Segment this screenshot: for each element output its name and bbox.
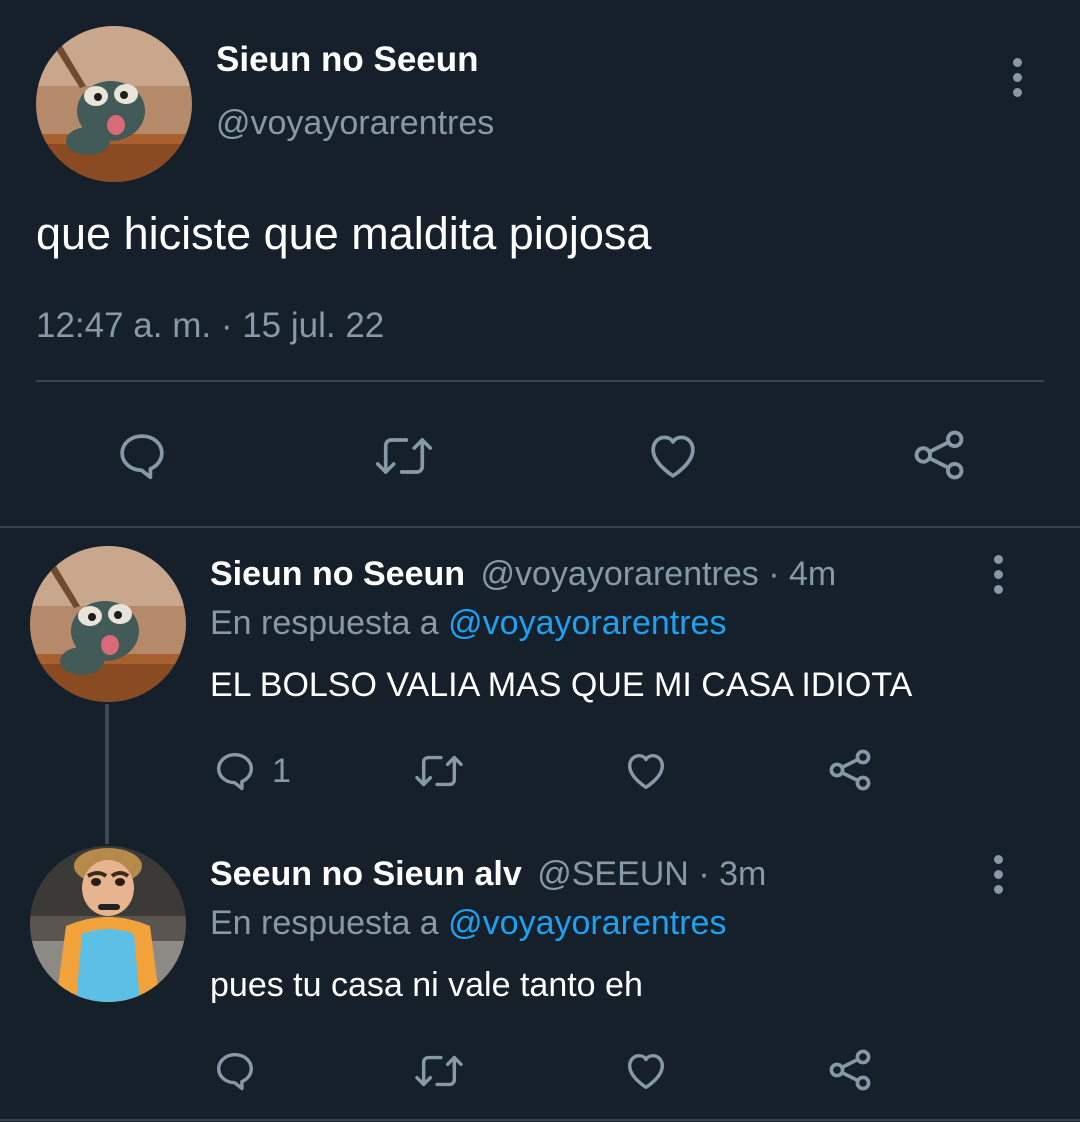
author-handle[interactable]: @voyayorarentres (481, 555, 759, 593)
reply-context: En respuesta a @voyayorarentres (210, 604, 726, 643)
author-name[interactable]: Seeun no Sieun alv (210, 855, 522, 893)
reply-text: pues tu casa ni vale tanto eh (210, 966, 643, 1004)
share-icon[interactable] (826, 1046, 874, 1094)
retweet-icon[interactable] (412, 748, 466, 794)
author-handle[interactable]: @voyayorarentres (216, 104, 494, 143)
reply-text: EL BOLSO VALIA MAS QUE MI CASA IDIOTA (210, 666, 913, 704)
reply-context: En respuesta a @voyayorarentres (210, 904, 726, 943)
reply-to-mention[interactable]: @voyayorarentres (448, 904, 726, 942)
thread-line (105, 704, 109, 844)
retweet-icon[interactable] (412, 1048, 466, 1094)
like-icon[interactable] (622, 748, 670, 794)
reply-time[interactable]: · 4m (768, 555, 836, 593)
retweet-icon[interactable] (372, 428, 436, 484)
avatar[interactable] (30, 846, 186, 1002)
more-options-icon[interactable] (992, 555, 1004, 600)
more-options-icon[interactable] (992, 855, 1004, 900)
tweet-text: que hiciste que maldita piojosa (36, 208, 652, 259)
reply-time[interactable]: · 3m (698, 855, 766, 893)
timestamp[interactable]: 12:47 a. m. · 15 jul. 22 (36, 306, 384, 346)
reply-icon[interactable] (114, 428, 170, 484)
section-divider (0, 526, 1080, 528)
like-icon[interactable] (644, 428, 702, 484)
reply-context-label: En respuesta a (210, 904, 439, 942)
share-icon[interactable] (910, 426, 968, 484)
reply-to-mention[interactable]: @voyayorarentres (448, 604, 726, 642)
reply-icon[interactable] (212, 1048, 258, 1094)
like-icon[interactable] (622, 1048, 670, 1094)
reply-header: Sieun no Seeun @voyayorarentres · 4m (210, 555, 836, 594)
author-name[interactable]: Sieun no Seeun (216, 40, 479, 80)
reply-context-label: En respuesta a (210, 604, 439, 642)
author-name[interactable]: Sieun no Seeun (210, 555, 465, 593)
reply-header: Seeun no Sieun alv @SEEUN · 3m (210, 855, 766, 894)
more-options-icon[interactable] (1011, 58, 1023, 103)
share-icon[interactable] (826, 746, 874, 794)
divider (36, 380, 1044, 382)
bottom-divider (0, 1119, 1080, 1121)
author-handle[interactable]: @SEEUN (537, 855, 689, 893)
reply-icon[interactable] (212, 748, 258, 794)
reply-count: 1 (272, 752, 291, 790)
avatar[interactable] (30, 546, 186, 702)
avatar[interactable] (36, 26, 192, 182)
